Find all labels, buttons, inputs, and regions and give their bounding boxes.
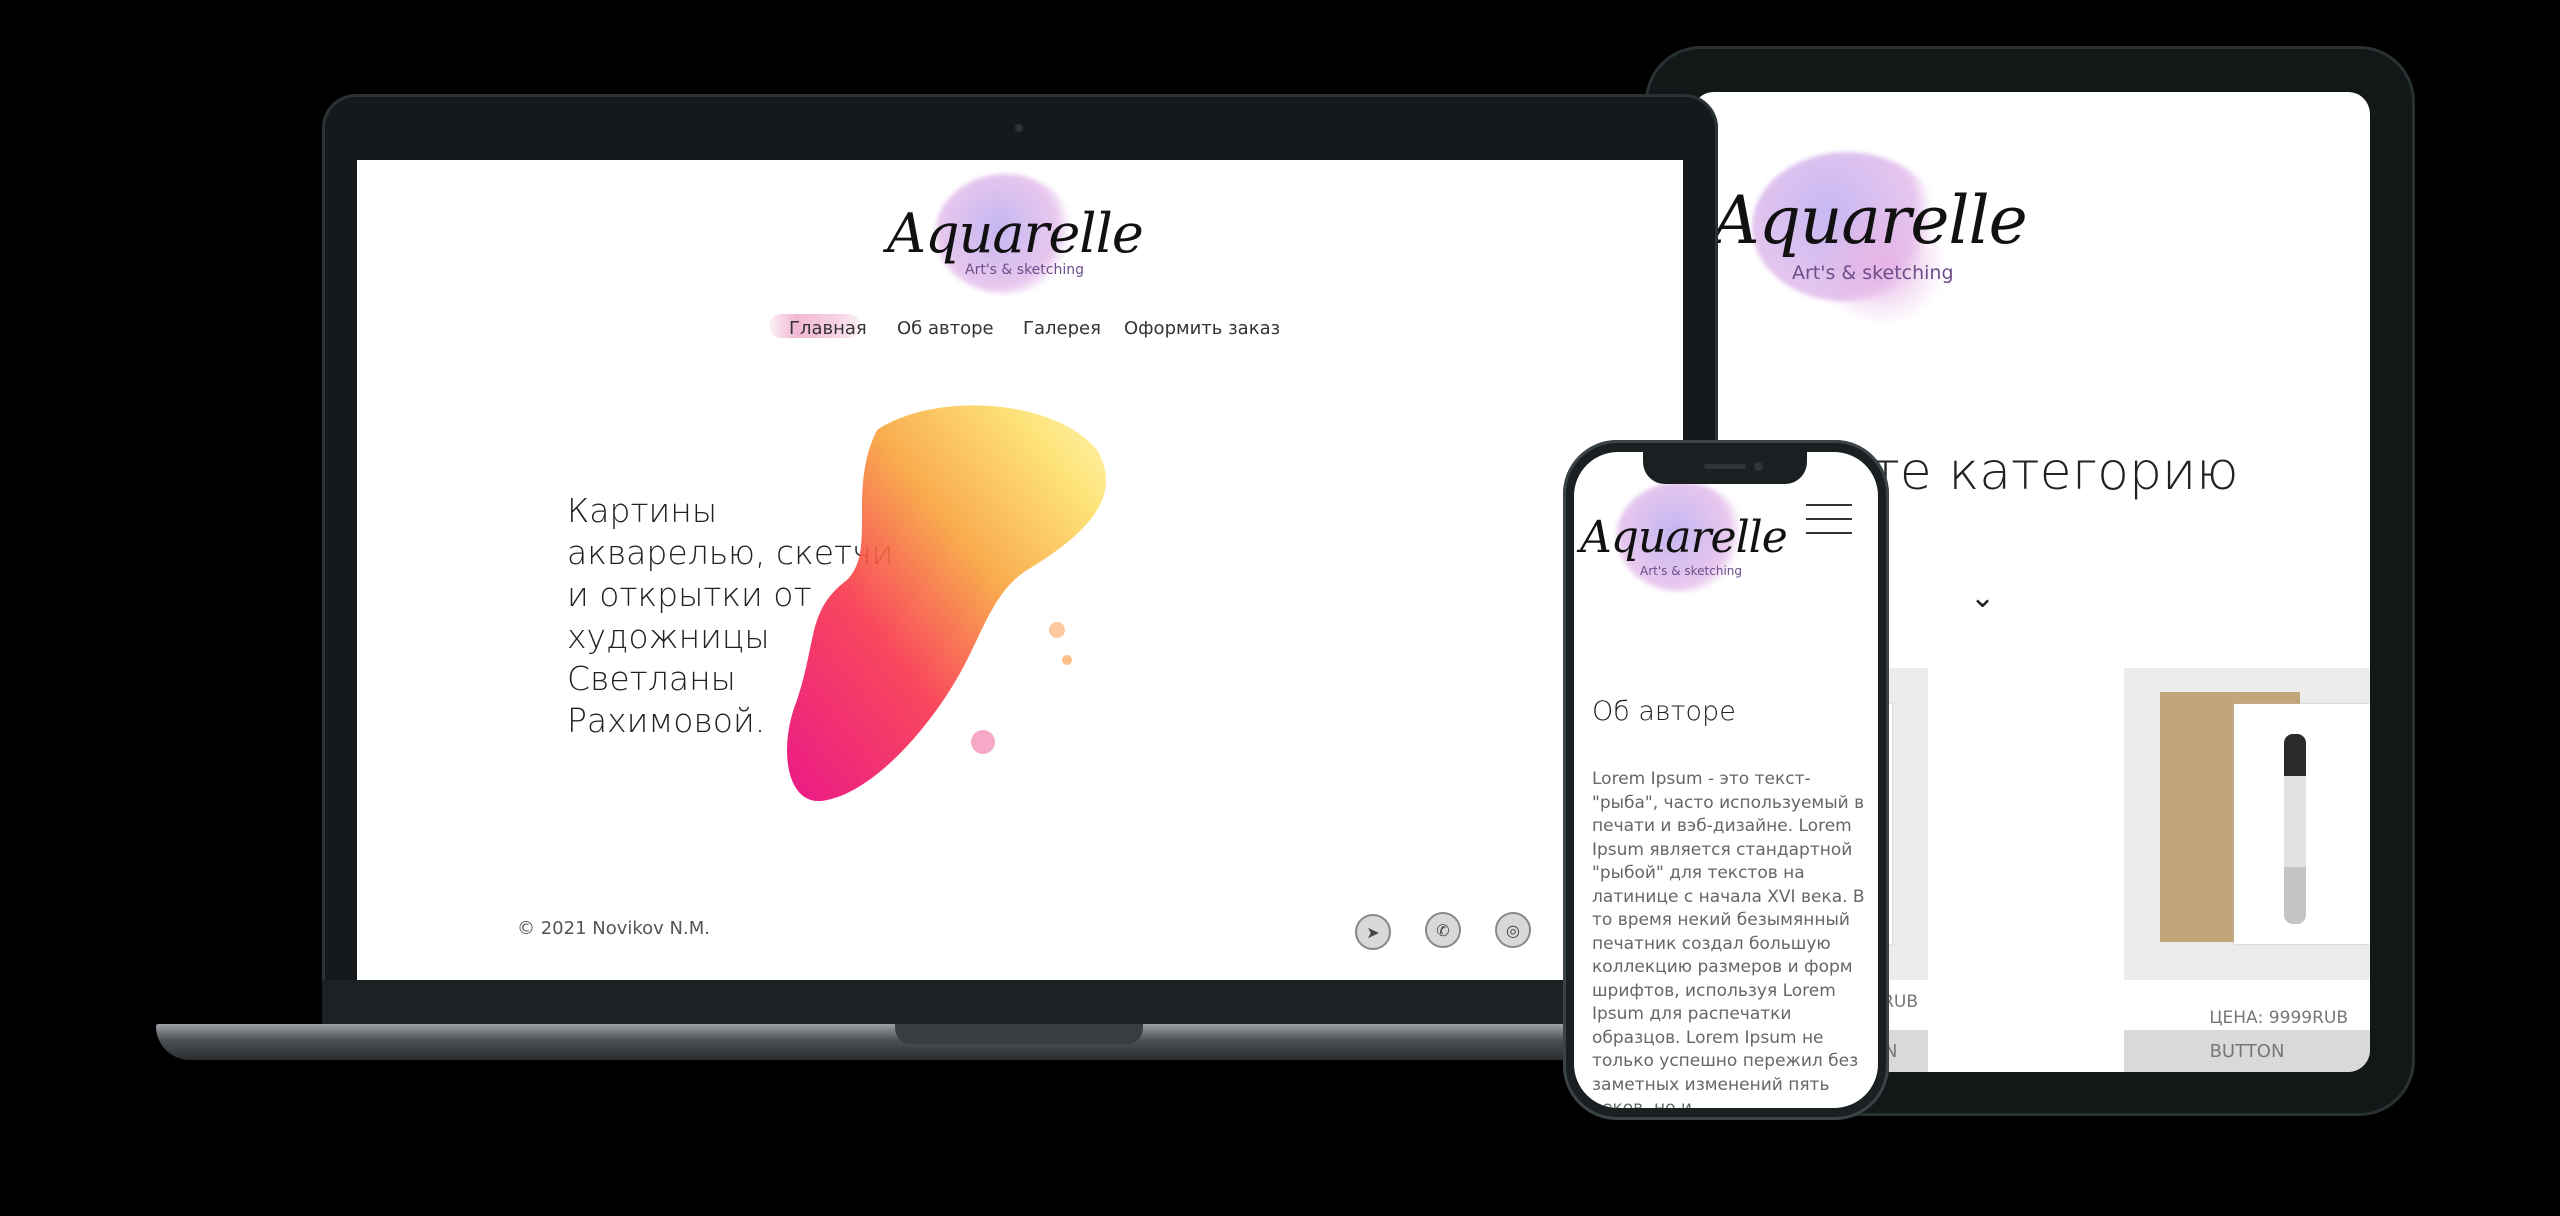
about-body-text: Lorem Ipsum - это текст-"рыба", часто ис… [1592, 769, 1865, 1108]
nav-item-about[interactable]: Об авторе [897, 318, 994, 339]
nav-item-order[interactable]: Оформить заказ [1124, 318, 1280, 339]
logo-title: Aquarelle [1580, 512, 1788, 563]
card-button[interactable]: BUTTON [2124, 1030, 2370, 1072]
laptop-bezel-bottom [322, 980, 1718, 1024]
phone-logo[interactable]: Aquarelle Art's & sketching [1580, 482, 1788, 602]
nav-item-gallery[interactable]: Галерея [1023, 318, 1101, 339]
copyright-text: © 2021 Novikov N.M. [517, 918, 710, 939]
card-price: ЦЕНА: 9999RUB [2209, 1008, 2348, 1028]
logo-title: Aquarelle [1712, 182, 2028, 259]
whatsapp-icon[interactable]: ✆ [1425, 912, 1461, 948]
laptop-trackpad-notch [895, 1024, 1143, 1044]
card-image [2234, 704, 2370, 944]
tablet-logo[interactable]: Aquarelle Art's & sketching [1712, 132, 2028, 332]
nav-item-home[interactable]: Главная [789, 318, 867, 339]
chevron-down-icon[interactable]: ⌄ [1970, 580, 1995, 615]
phone-speaker [1704, 464, 1746, 469]
phone-camera [1754, 462, 1763, 471]
telegram-icon[interactable]: ➤ [1355, 914, 1391, 950]
logo-title: Aquarelle [887, 202, 1144, 265]
hamburger-menu-icon[interactable] [1806, 500, 1852, 536]
instagram-icon[interactable]: ◎ [1495, 912, 1531, 948]
phone-screen: Aquarelle Art's & sketching Об авторе Lo… [1574, 452, 1878, 1108]
logo-subtitle: Art's & sketching [1792, 262, 1954, 284]
laptop-logo[interactable]: Aquarelle Art's & sketching [887, 166, 1144, 316]
camera-icon [1015, 124, 1023, 132]
logo-subtitle: Art's & sketching [1640, 564, 1743, 578]
watercolor-splash-image [757, 370, 1117, 830]
laptop-screen: Aquarelle Art's & sketching Главная Об а… [357, 160, 1683, 980]
section-title: Об авторе [1592, 696, 1736, 727]
product-card[interactable]: ЦЕНА: 9999RUB [2124, 668, 2370, 1028]
logo-subtitle: Art's & sketching [965, 262, 1085, 278]
